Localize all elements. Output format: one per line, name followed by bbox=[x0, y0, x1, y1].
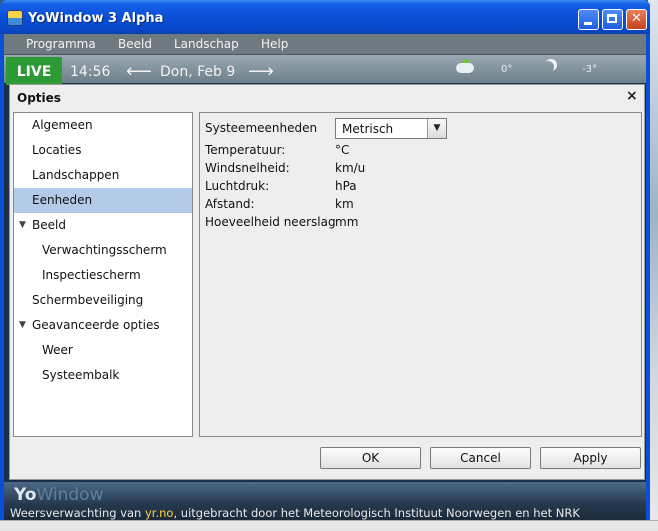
tree-item[interactable]: Landschappen bbox=[14, 163, 192, 188]
unit-value[interactable]: mm bbox=[335, 215, 358, 229]
tree-item[interactable]: Algemeen bbox=[14, 113, 192, 138]
apply-button[interactable]: Apply bbox=[540, 447, 641, 469]
tree-item[interactable]: Locaties bbox=[14, 138, 192, 163]
system-units-dropdown[interactable]: Metrisch ▼ bbox=[335, 118, 447, 139]
forecast-temp: 0° bbox=[501, 64, 513, 75]
close-window-button[interactable]: ✕ bbox=[626, 9, 647, 30]
unit-label: Temperatuur: bbox=[205, 143, 286, 157]
menu-landschap[interactable]: Landschap bbox=[174, 37, 239, 51]
taskbar-strip bbox=[0, 520, 658, 531]
next-day-arrow-icon[interactable]: ⟶ bbox=[248, 61, 274, 82]
weather-bar: LIVE 14:56 ⟵ Don, Feb 9 ⟶ 0° -3° bbox=[4, 55, 646, 85]
cancel-button[interactable]: Cancel bbox=[430, 447, 531, 469]
expand-arrow-icon[interactable]: ▼ bbox=[19, 313, 26, 338]
unit-value[interactable]: km/u bbox=[335, 161, 365, 175]
units-panel: Systeemeenheden Metrisch ▼ Temperatuur: °… bbox=[199, 112, 642, 437]
tree-item-label: Beeld bbox=[32, 218, 66, 232]
unit-label: Windsnelheid: bbox=[205, 161, 290, 175]
forecast-credits: Weersverwachting van yr.no, uitgebracht … bbox=[10, 506, 580, 520]
dialog-title: Opties bbox=[17, 91, 61, 105]
close-icon: ✕ bbox=[631, 11, 642, 26]
tree-item[interactable]: Inspectiescherm bbox=[14, 263, 192, 288]
expand-arrow-icon[interactable]: ▼ bbox=[19, 213, 26, 238]
unit-label: Hoeveelheid neerslag bbox=[205, 215, 336, 229]
dialog-close-icon[interactable]: × bbox=[626, 88, 638, 104]
tree-item[interactable]: Eenheden bbox=[14, 188, 192, 213]
client-area: Programma Beeld Landschap Help LIVE 14:5… bbox=[4, 34, 646, 520]
unit-label: Luchtdruk: bbox=[205, 179, 270, 193]
tree-item-label: Weer bbox=[42, 343, 73, 357]
maximize-button[interactable] bbox=[602, 9, 623, 30]
tree-item-label: Landschappen bbox=[32, 168, 120, 182]
tree-item-label: Algemeen bbox=[32, 118, 93, 132]
unit-value[interactable]: hPa bbox=[335, 179, 357, 193]
tree-item[interactable]: ▼ Beeld bbox=[14, 213, 192, 238]
tree-item-label: Inspectiescherm bbox=[42, 268, 141, 282]
current-time: 14:56 bbox=[70, 64, 111, 80]
unit-label: Afstand: bbox=[205, 197, 255, 211]
tree-item-label: Verwachtingsscherm bbox=[42, 243, 167, 257]
unit-value[interactable]: °C bbox=[335, 143, 349, 157]
options-dialog: Opties × Algemeen Locaties Landschappen Een… bbox=[9, 84, 645, 480]
title-bar[interactable]: YoWindow 3 Alpha ✕ bbox=[0, 0, 650, 34]
current-date: Don, Feb 9 bbox=[160, 64, 236, 80]
minimize-button[interactable] bbox=[578, 9, 599, 30]
weather-moon-icon bbox=[542, 61, 554, 73]
unit-value[interactable]: km bbox=[335, 197, 354, 211]
tree-item-label: Locaties bbox=[32, 143, 82, 157]
minimize-icon bbox=[584, 22, 592, 25]
yr-no-link[interactable]: yr.no bbox=[145, 506, 173, 520]
system-units-label: Systeemeenheden bbox=[205, 121, 318, 135]
ok-button[interactable]: OK bbox=[320, 447, 421, 469]
window-title: YoWindow 3 Alpha bbox=[28, 11, 164, 26]
options-category-tree: Algemeen Locaties Landschappen Eenheden ▼ Bee… bbox=[13, 112, 193, 437]
previous-day-arrow-icon[interactable]: ⟵ bbox=[126, 61, 152, 82]
tree-item[interactable]: Schermbeveiliging bbox=[14, 288, 192, 313]
maximize-icon bbox=[607, 14, 617, 23]
yowindow-app-icon bbox=[7, 10, 23, 26]
yowindow-logo: YoWindow bbox=[14, 485, 104, 505]
tree-item-label: Schermbeveiliging bbox=[32, 293, 144, 307]
tree-item[interactable]: Systeembalk bbox=[14, 363, 192, 388]
tree-item[interactable]: Weer bbox=[14, 338, 192, 363]
chevron-down-icon[interactable]: ▼ bbox=[427, 119, 446, 138]
menu-programma[interactable]: Programma bbox=[26, 37, 96, 51]
tree-item-label: Systeembalk bbox=[42, 368, 120, 382]
tree-item-label: Eenheden bbox=[32, 193, 93, 207]
forecast-temp: -3° bbox=[582, 64, 597, 75]
menu-beeld[interactable]: Beeld bbox=[118, 37, 152, 51]
tree-item-label: Geavanceerde opties bbox=[32, 318, 160, 332]
tree-item[interactable]: ▼ Geavanceerde opties bbox=[14, 313, 192, 338]
live-badge[interactable]: LIVE bbox=[6, 57, 62, 85]
tree-item[interactable]: Verwachtingsscherm bbox=[14, 238, 192, 263]
system-units-value: Metrisch bbox=[342, 122, 394, 136]
weather-cloud-icon bbox=[456, 63, 474, 73]
menu-bar: Programma Beeld Landschap Help bbox=[4, 34, 646, 55]
app-window: YoWindow 3 Alpha ✕ Programma Beeld Lands… bbox=[0, 0, 650, 520]
menu-help[interactable]: Help bbox=[261, 37, 288, 51]
